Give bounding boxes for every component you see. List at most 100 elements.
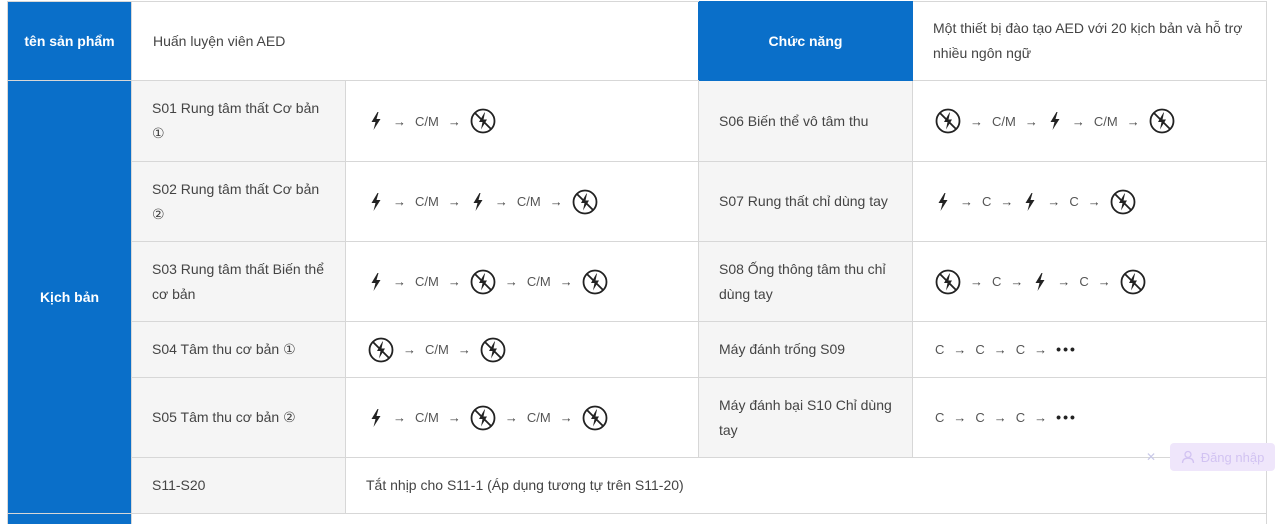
step-label: C	[1015, 342, 1026, 357]
scenario-name: S05 Tâm thu cơ bản ②	[131, 377, 346, 458]
product-row: tên sản phẩm Huấn luyện viên AED Chức nă…	[7, 1, 1267, 81]
scenario-name: S06 Biến thể vô tâm thu	[698, 80, 913, 162]
arrow-icon: →	[559, 410, 573, 425]
arrow-icon: →	[447, 194, 461, 209]
arrow-icon: →	[549, 194, 563, 209]
scenario-name: S02 Rung tâm thất Cơ bản ②	[131, 161, 346, 242]
scenario-name: Máy đánh bại S10 Chỉ dùng tay	[698, 377, 913, 458]
scenario-sequence: → C/M → → C/M →	[345, 161, 699, 242]
arrow-icon: →	[393, 113, 406, 129]
no-shock-icon	[1149, 108, 1175, 134]
arrow-icon: →	[1010, 274, 1024, 289]
scenario-name: S07 Rung thất chỉ dùng tay	[698, 161, 913, 242]
no-shock-icon	[470, 108, 496, 134]
scenario-row: Kịch bản S01 Rung tâm thất Cơ bản ① → C/M…	[7, 80, 1267, 514]
step-label: C/M	[415, 113, 439, 129]
arrow-icon: →	[1057, 274, 1071, 289]
arrow-icon: →	[504, 410, 518, 425]
arrow-icon: →	[1024, 113, 1038, 129]
lightning-bolt-icon	[938, 192, 948, 211]
arrow-icon: →	[1047, 194, 1061, 209]
step-label: C/M	[415, 274, 439, 289]
arrow-icon: →	[1034, 410, 1048, 425]
scenario-sequence: → C/M → → C/M →	[345, 241, 699, 322]
arrow-icon: →	[494, 194, 508, 209]
scenario-row: S11-S20 Tắt nhịp cho S11-1 (Áp dụng tươn…	[8, 457, 1267, 514]
step-label: C/M	[526, 274, 551, 289]
scenario-sequence: → C/M → → C/M →	[345, 377, 699, 458]
step-label: C	[935, 342, 945, 357]
scenario-name: S01 Rung tâm thất Cơ bản ①	[131, 80, 346, 162]
step-label: C/M	[1093, 113, 1118, 129]
close-icon[interactable]: ✕	[1140, 446, 1162, 468]
function-label: Chức năng	[698, 1, 913, 81]
lightning-bolt-icon	[473, 192, 483, 211]
ellipsis-icon: •••	[1056, 341, 1077, 357]
arrow-icon: →	[1126, 113, 1140, 129]
arrow-icon: →	[559, 274, 573, 289]
arrow-icon: →	[447, 274, 461, 289]
login-widget: ✕ Đăng nhập	[1140, 443, 1275, 471]
step-label: C	[1015, 410, 1026, 425]
function-value: Một thiết bị đào tạo AED với 20 kịch bản…	[912, 1, 1267, 81]
no-shock-icon	[1110, 189, 1136, 214]
scenarios-label: Kịch bản	[7, 80, 132, 514]
table-row	[7, 513, 1267, 524]
arrow-icon: →	[970, 274, 983, 289]
lightning-bolt-icon	[371, 112, 381, 130]
step-label: C/M	[415, 194, 439, 209]
arrow-icon: →	[504, 274, 518, 289]
scenario-name: S08 Ống thông tâm thu chỉ dùng tay	[698, 241, 913, 322]
scenario-sequence: → C/M →	[345, 321, 699, 378]
no-shock-icon	[935, 269, 961, 294]
scenario-name: S11-S20	[131, 457, 346, 514]
scenario-name: Máy đánh trống S09	[698, 321, 913, 378]
arrow-icon: →	[1087, 194, 1101, 209]
scenario-row: S04 Tâm thu cơ bản ① → C/M → Máy đánh trốn…	[8, 321, 1267, 378]
lightning-bolt-icon	[371, 192, 381, 211]
arrow-icon: →	[953, 410, 967, 425]
scenario-row: S05 Tâm thu cơ bản ② → C/M → → C/M → Máy đánh…	[8, 377, 1267, 458]
arrow-icon: →	[993, 410, 1007, 425]
scenario-sequence: → C → → C →	[912, 161, 1267, 242]
login-button[interactable]: Đăng nhập	[1170, 443, 1275, 471]
step-label: C/M	[992, 113, 1016, 129]
arrow-icon: →	[393, 410, 406, 425]
scenario-name: S03 Rung tâm thất Biến thể cơ bản	[131, 241, 346, 322]
no-shock-icon	[470, 405, 496, 430]
lightning-bolt-icon	[1025, 192, 1035, 211]
no-shock-icon	[480, 337, 506, 362]
product-name-value: Huấn luyện viên AED	[131, 1, 699, 81]
step-label: C/M	[425, 342, 449, 357]
arrow-icon: →	[447, 113, 461, 129]
table-cell	[7, 513, 132, 524]
arrow-icon: →	[393, 274, 406, 289]
arrow-icon: →	[393, 194, 406, 209]
arrow-icon: →	[447, 410, 461, 425]
step-label: C	[935, 410, 945, 425]
no-shock-icon	[470, 269, 496, 294]
scenario-sequence: → C → → C →	[912, 241, 1267, 322]
step-label: C	[1069, 194, 1079, 209]
scenario-name: S04 Tâm thu cơ bản ①	[131, 321, 346, 378]
no-shock-icon	[1120, 269, 1146, 294]
no-shock-icon	[582, 405, 608, 430]
no-shock-icon	[935, 108, 961, 134]
lightning-bolt-icon	[1050, 112, 1060, 130]
step-label: C/M	[526, 410, 551, 425]
arrow-icon: →	[1034, 342, 1048, 357]
scenario-row: S02 Rung tâm thất Cơ bản ② → C/M → → C/M → S0…	[8, 161, 1267, 242]
step-label: C	[992, 274, 1002, 289]
product-name-label: tên sản phẩm	[7, 1, 132, 81]
arrow-icon: →	[953, 342, 967, 357]
step-label: C/M	[415, 410, 439, 425]
no-shock-icon	[572, 189, 598, 214]
arrow-icon: →	[1000, 194, 1014, 209]
lightning-bolt-icon	[371, 272, 381, 291]
scenario-description: Tắt nhịp cho S11-1 (Áp dụng tương tự trê…	[345, 457, 1267, 514]
arrow-icon: →	[457, 342, 471, 357]
arrow-icon: →	[403, 342, 416, 357]
no-shock-icon	[582, 269, 608, 294]
product-spec-table: tên sản phẩm Huấn luyện viên AED Chức nă…	[7, 1, 1267, 524]
scenario-sequence: → C/M → → C/M →	[912, 80, 1267, 162]
